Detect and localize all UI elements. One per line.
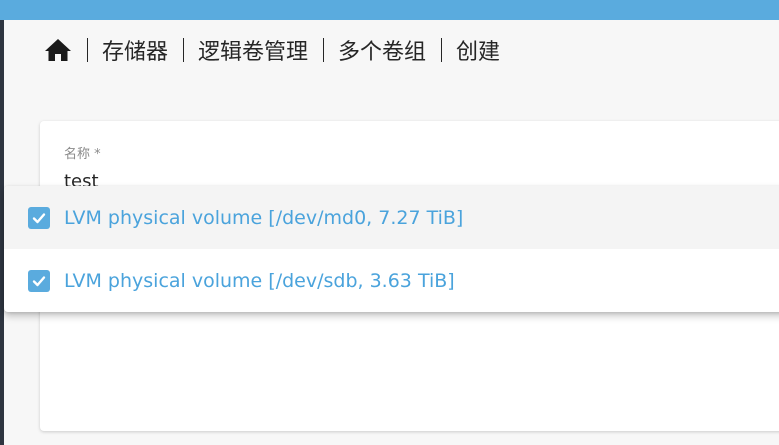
home-icon[interactable] [44,36,72,64]
checkbox-checked-icon[interactable] [28,206,50,229]
breadcrumb: 存储器 逻辑卷管理 多个卷组 创建 [44,30,500,70]
dropdown-option-sdb[interactable]: LVM physical volume [/dev/sdb, 3.63 TiB] [4,249,779,312]
option-label: LVM physical volume [/dev/md0, 7.27 TiB] [64,206,464,229]
physical-volume-dropdown: LVM physical volume [/dev/md0, 7.27 TiB]… [4,186,779,312]
breadcrumb-separator [183,38,185,62]
breadcrumb-volume-groups[interactable]: 多个卷组 [338,34,426,66]
breadcrumb-storage[interactable]: 存储器 [102,34,168,66]
name-field-label: 名称 * [64,147,101,162]
option-label: LVM physical volume [/dev/sdb, 3.63 TiB] [64,269,455,292]
breadcrumb-separator [441,38,443,62]
breadcrumb-separator [323,38,325,62]
top-accent-bar [0,0,779,20]
breadcrumb-create: 创建 [456,40,501,65]
dropdown-option-md0[interactable]: LVM physical volume [/dev/md0, 7.27 TiB] [4,186,779,249]
checkbox-checked-icon[interactable] [28,269,50,292]
breadcrumb-separator [87,38,88,62]
breadcrumb-lvm[interactable]: 逻辑卷管理 [198,34,308,66]
